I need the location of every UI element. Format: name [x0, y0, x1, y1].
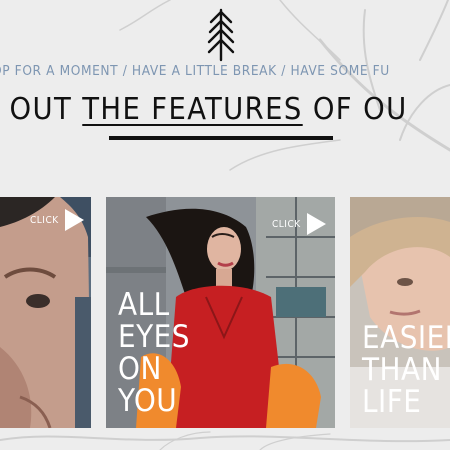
card-3-caption: EASIER THAN LIFE — [362, 322, 450, 418]
heading-part-3: OF OU — [302, 92, 408, 127]
feature-card-2[interactable]: CLICK ALL EYES ON YOU — [106, 197, 335, 428]
card-3-caption-line-2: THAN — [362, 352, 442, 388]
feature-card-1[interactable]: CLICK — [0, 197, 91, 428]
card-2-caption-line-2: EYES — [118, 319, 190, 355]
tree-logo-icon[interactable] — [206, 8, 236, 62]
card-2-caption-line-4: YOU — [118, 383, 178, 419]
card-2-click-label: CLICK — [272, 218, 301, 230]
tagline: OP FOR A MOMENT / HAVE A LITTLE BREAK / … — [0, 63, 390, 79]
card-2-caption: ALL EYES ON YOU — [118, 289, 190, 417]
card-1-click-label: CLICK — [30, 214, 59, 226]
card-2-click-button[interactable]: CLICK — [272, 213, 326, 235]
heading-underline-bar — [109, 136, 333, 140]
card-1-photo — [0, 197, 91, 428]
card-3-caption-line-1: EASIER — [362, 320, 450, 356]
card-2-caption-line-3: ON — [118, 351, 162, 387]
heading-part-2: THE FEATURES — [82, 92, 303, 127]
feature-card-3[interactable]: EASIER THAN LIFE — [350, 197, 450, 428]
card-1-click-button[interactable]: CLICK — [30, 209, 84, 231]
card-2-caption-line-1: ALL — [118, 287, 170, 323]
play-arrow-icon — [306, 213, 326, 235]
play-arrow-icon — [64, 209, 84, 231]
page-heading: K OUT THE FEATURES OF OU — [0, 92, 450, 127]
card-3-caption-line-3: LIFE — [362, 384, 422, 420]
heading-part-1: K OUT — [0, 92, 73, 127]
